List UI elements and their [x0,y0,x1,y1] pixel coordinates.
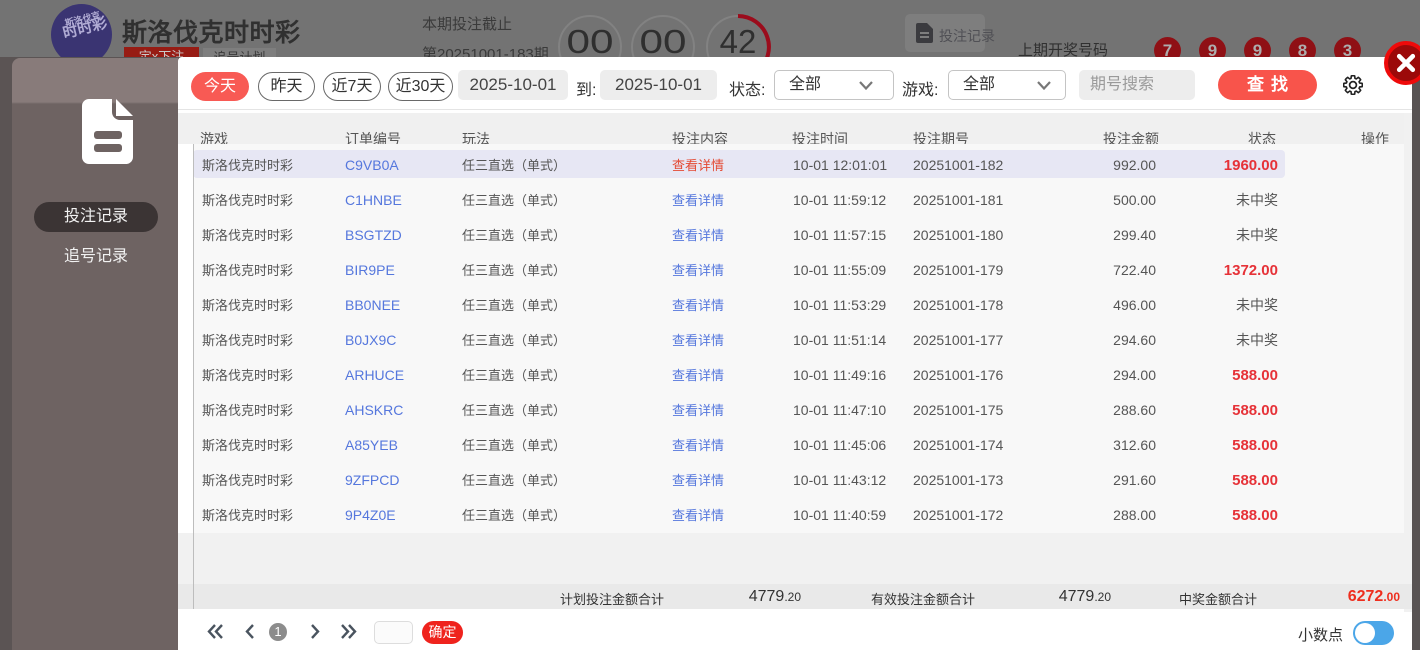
svg-text:00: 00 [640,24,687,57]
svg-text:00: 00 [567,24,614,57]
svg-text:42: 42 [720,23,757,57]
